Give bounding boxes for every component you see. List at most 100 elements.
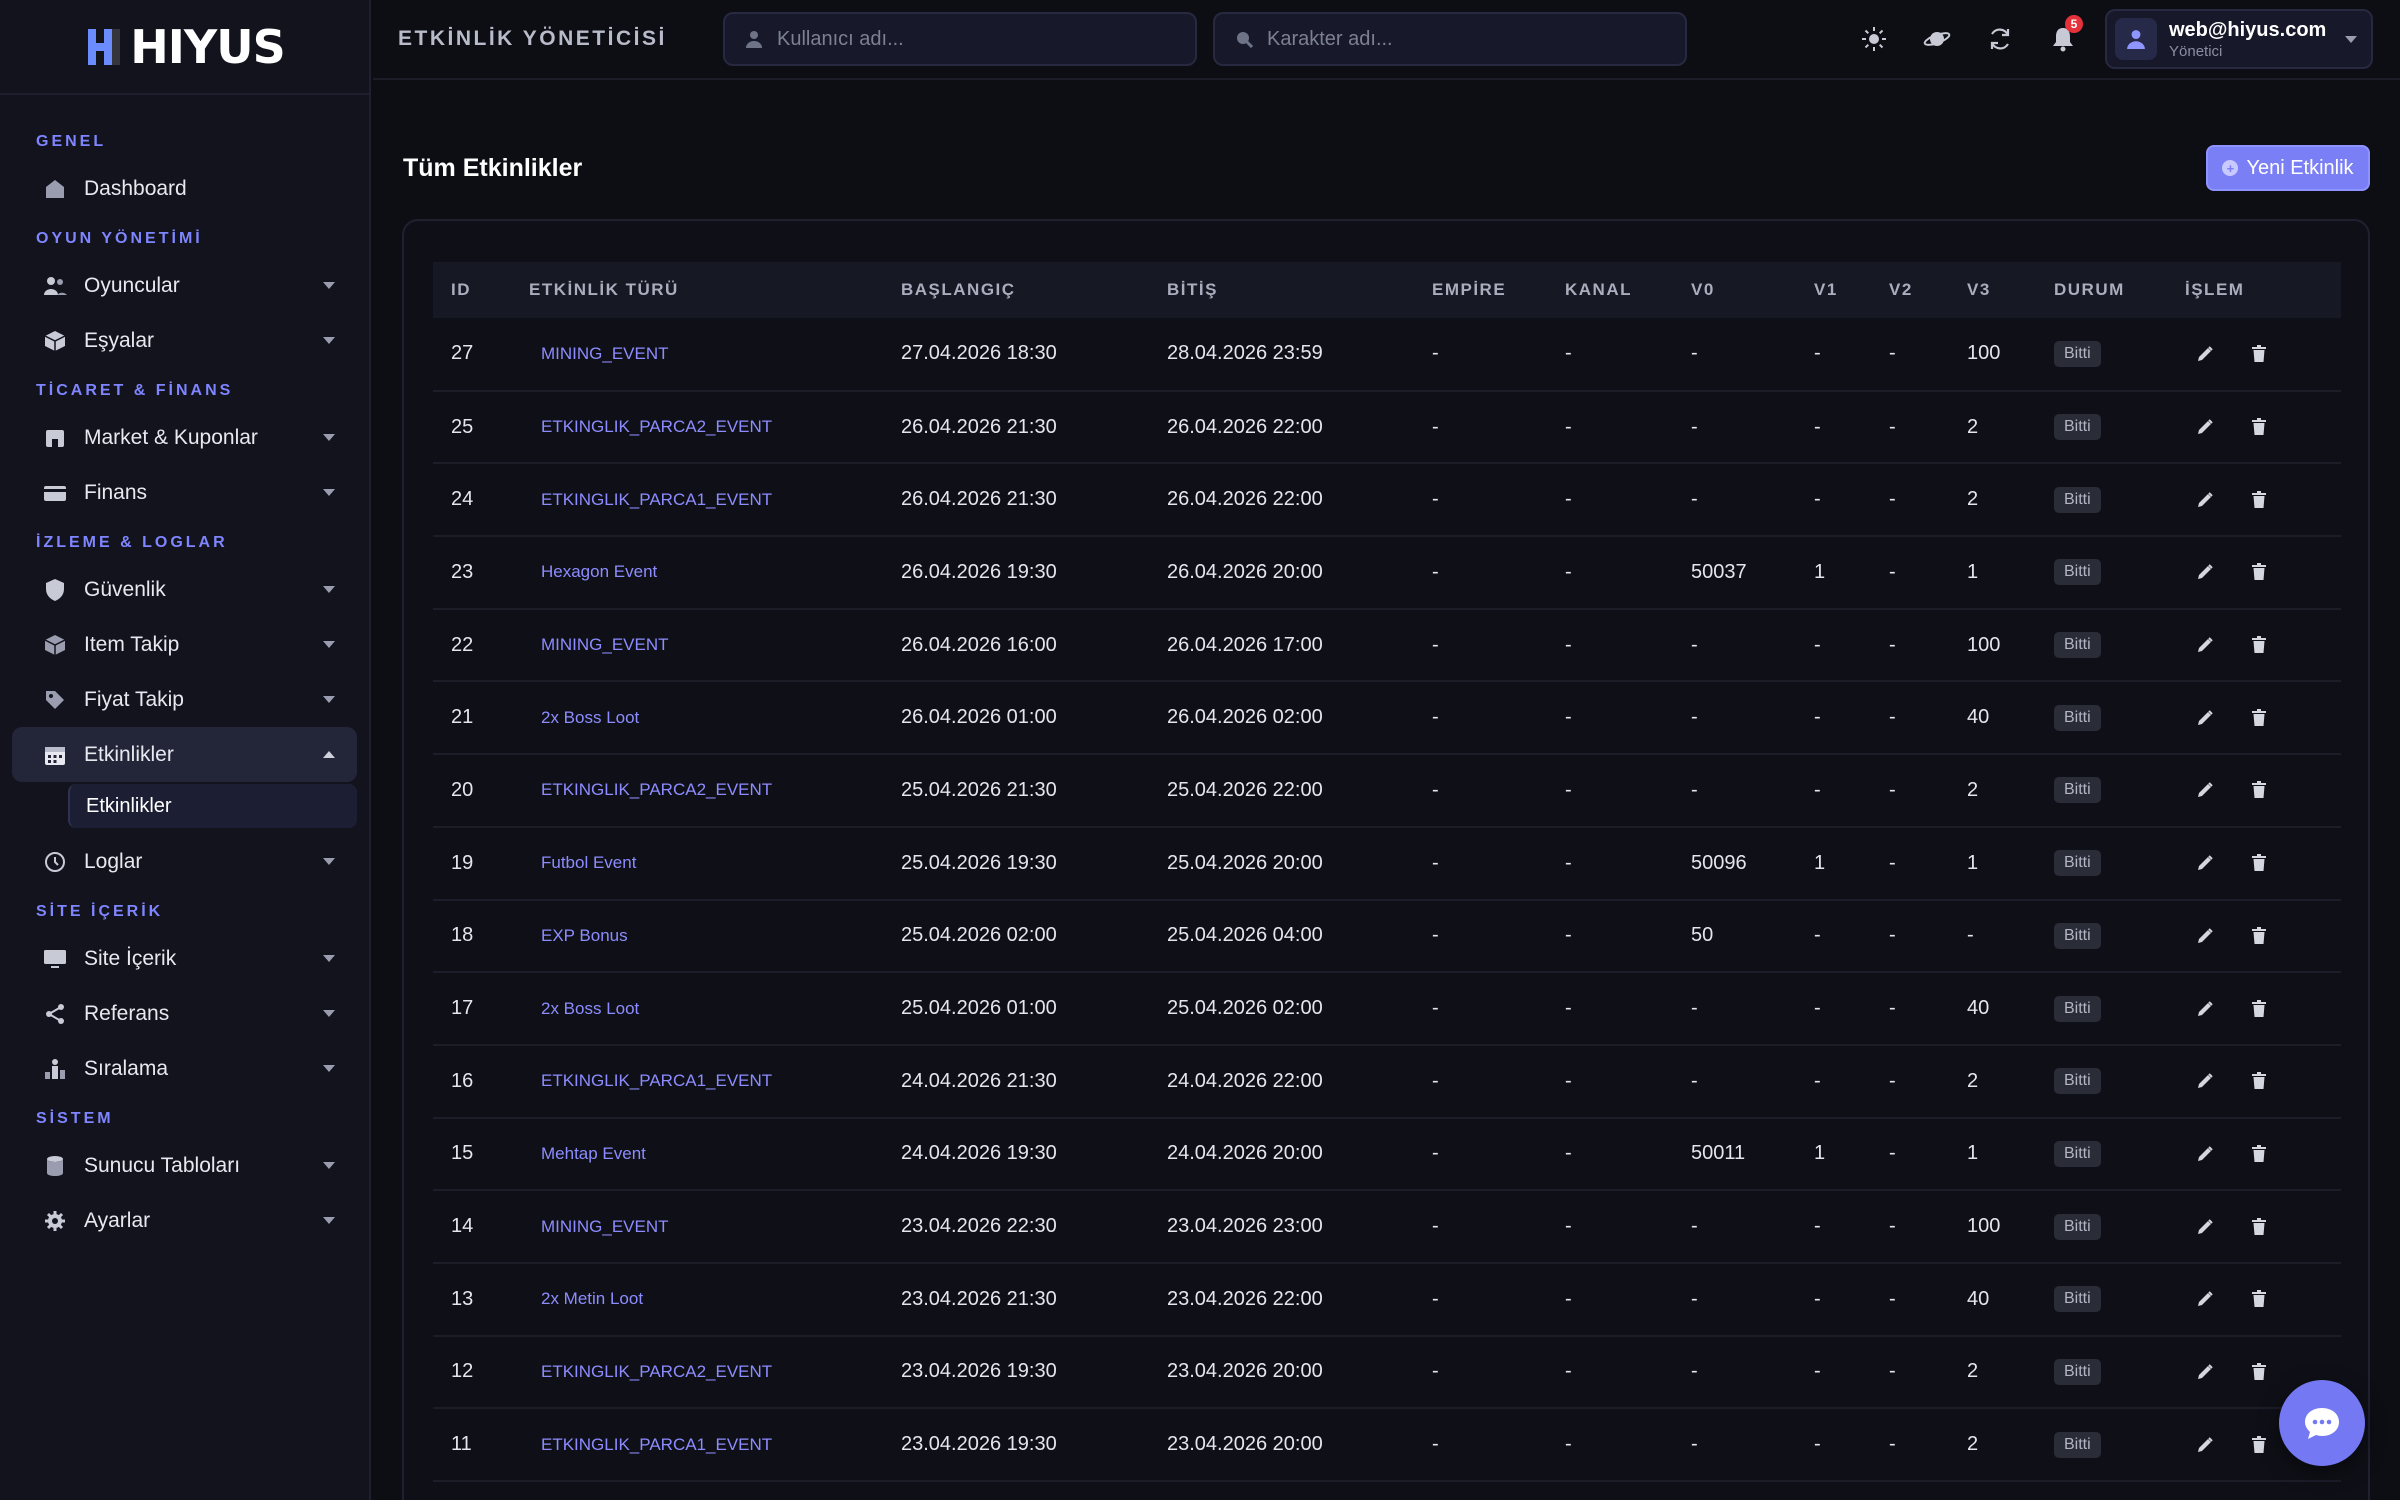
trash-icon[interactable] xyxy=(2247,1069,2271,1093)
sidebar-item-site-i-çerik[interactable]: Site İçerik xyxy=(12,931,357,986)
edit-icon[interactable] xyxy=(2193,488,2217,512)
sidebar-item-sunucu-tabloları[interactable]: Sunucu Tabloları xyxy=(12,1138,357,1193)
edit-icon[interactable] xyxy=(2193,1215,2217,1239)
column-header: KANAL xyxy=(1565,280,1632,299)
cell-type[interactable]: ETKINGLIK_PARCA1_EVENT xyxy=(511,1408,883,1481)
cell-v0: - xyxy=(1691,1215,1698,1238)
bell-icon[interactable]: 5 xyxy=(2043,15,2083,59)
character-search-input[interactable] xyxy=(1267,27,1667,51)
character-search[interactable] xyxy=(1213,12,1687,66)
cell-actions xyxy=(2167,318,2341,391)
edit-icon[interactable] xyxy=(2193,851,2217,875)
sidebar-item-loglar[interactable]: Loglar xyxy=(12,834,357,889)
top-icons: 5 web@hiyus.com Yönetici xyxy=(1831,9,2400,69)
user-search-input[interactable] xyxy=(777,27,1177,51)
sidebar-item-finans[interactable]: Finans xyxy=(12,465,357,520)
cell-end: 25.04.2026 02:00 xyxy=(1167,997,1323,1020)
trash-icon[interactable] xyxy=(2247,851,2271,875)
sidebar-item-oyuncular[interactable]: Oyuncular xyxy=(12,258,357,313)
cell-type[interactable]: 2x Metin Loot xyxy=(511,1263,883,1336)
sun-icon[interactable] xyxy=(1854,19,1894,59)
trash-icon[interactable] xyxy=(2247,1360,2271,1384)
cell-type[interactable]: ETKINGLIK_PARCA1_EVENT xyxy=(511,1045,883,1118)
cell-start: 25.04.2026 02:00 xyxy=(901,924,1057,947)
edit-icon[interactable] xyxy=(2193,415,2217,439)
cell-type[interactable]: ETKINGLIK_PARCA2_EVENT xyxy=(511,1336,883,1409)
edit-icon[interactable] xyxy=(2193,924,2217,948)
edit-icon[interactable] xyxy=(2193,997,2217,1021)
logo[interactable]: HIYUS xyxy=(0,0,369,95)
trash-icon[interactable] xyxy=(2247,560,2271,584)
user-menu[interactable]: web@hiyus.com Yönetici xyxy=(2105,9,2373,69)
cell-type[interactable]: ETKINGLIK_PARCA2_EVENT xyxy=(511,391,883,464)
user-search[interactable] xyxy=(723,12,1197,66)
sidebar-item-market-kuponlar[interactable]: Market & Kuponlar xyxy=(12,410,357,465)
sidebar-item-item-takip[interactable]: Item Takip xyxy=(12,617,357,672)
edit-icon[interactable] xyxy=(2193,1069,2217,1093)
cell-end: 24.04.2026 22:00 xyxy=(1167,1069,1323,1092)
planet-icon[interactable] xyxy=(1917,19,1957,59)
cell-empire: - xyxy=(1432,1069,1439,1092)
column-header: BİTİŞ xyxy=(1167,280,1218,299)
sidebar-item-güvenlik[interactable]: Güvenlik xyxy=(12,562,357,617)
sidebar-item-eşyalar[interactable]: Eşyalar xyxy=(12,313,357,368)
edit-icon[interactable] xyxy=(2193,1433,2217,1457)
edit-icon[interactable] xyxy=(2193,706,2217,730)
sidebar-item-etkinlikler[interactable]: Etkinlikler xyxy=(12,727,357,782)
cell-v2: - xyxy=(1889,1069,1896,1092)
status-badge: Bitti xyxy=(2054,632,2101,659)
cell-start: 25.04.2026 01:00 xyxy=(901,997,1057,1020)
sidebar-subitem-etkinlikler[interactable]: Etkinlikler xyxy=(68,784,357,828)
trash-icon[interactable] xyxy=(2247,997,2271,1021)
cell-type[interactable]: Hexagon Event xyxy=(511,536,883,609)
sidebar-item-referans[interactable]: Referans xyxy=(12,986,357,1041)
sidebar-item-ayarlar[interactable]: Ayarlar xyxy=(12,1193,357,1248)
trash-icon[interactable] xyxy=(2247,633,2271,657)
trash-icon[interactable] xyxy=(2247,706,2271,730)
cell-type[interactable]: MINING_EVENT xyxy=(511,318,883,391)
cell-v1: - xyxy=(1814,1360,1821,1383)
edit-icon[interactable] xyxy=(2193,633,2217,657)
new-event-button[interactable]: + Yeni Etkinlik xyxy=(2206,145,2370,191)
trash-icon[interactable] xyxy=(2247,1142,2271,1166)
refresh-icon[interactable] xyxy=(1980,19,2020,59)
cell-type[interactable]: 2x Boss Loot xyxy=(511,681,883,754)
cell-type[interactable]: MINING_EVENT xyxy=(511,1190,883,1263)
trash-icon[interactable] xyxy=(2247,1287,2271,1311)
cell-type[interactable]: EXP Bonus xyxy=(511,900,883,973)
cell-type[interactable]: Futbol Event xyxy=(511,827,883,900)
edit-icon[interactable] xyxy=(2193,1142,2217,1166)
status-badge: Bitti xyxy=(2054,1140,2101,1167)
trash-icon[interactable] xyxy=(2247,1433,2271,1457)
edit-icon[interactable] xyxy=(2193,1287,2217,1311)
trash-icon[interactable] xyxy=(2247,778,2271,802)
edit-icon[interactable] xyxy=(2193,560,2217,584)
cell-id: 20 xyxy=(451,778,474,801)
trash-icon[interactable] xyxy=(2247,1215,2271,1239)
sidebar-item-dashboard[interactable]: Dashboard xyxy=(12,161,357,216)
sidebar-item-label: Market & Kuponlar xyxy=(84,425,258,449)
notification-badge: 5 xyxy=(2065,15,2083,33)
sidebar-item-sıralama[interactable]: Sıralama xyxy=(12,1041,357,1096)
cell-type[interactable]: 2x Boss Loot xyxy=(511,972,883,1045)
edit-icon[interactable] xyxy=(2193,1360,2217,1384)
chat-button[interactable] xyxy=(2279,1380,2365,1466)
trash-icon[interactable] xyxy=(2247,924,2271,948)
cell-empire: - xyxy=(1432,415,1439,438)
cell-channel: - xyxy=(1565,997,1572,1020)
cell-type[interactable]: ETKINGLIK_PARCA2_EVENT xyxy=(511,754,883,827)
cell-type[interactable]: MINING_EVENT xyxy=(511,609,883,682)
sidebar-item-fiyat-takip[interactable]: Fiyat Takip xyxy=(12,672,357,727)
cell-type[interactable]: ETKINGLIK_PARCA1_EVENT xyxy=(511,463,883,536)
cell-type[interactable]: Mehtap Event xyxy=(511,1118,883,1191)
edit-icon[interactable] xyxy=(2193,778,2217,802)
cell-status: Bitti xyxy=(2036,681,2167,754)
trash-icon[interactable] xyxy=(2247,342,2271,366)
edit-icon[interactable] xyxy=(2193,342,2217,366)
cell-v0: - xyxy=(1691,342,1698,365)
trash-icon[interactable] xyxy=(2247,415,2271,439)
cell-v2: - xyxy=(1889,778,1896,801)
trash-icon[interactable] xyxy=(2247,488,2271,512)
cell-actions xyxy=(2167,463,2341,536)
cell-v2: - xyxy=(1889,633,1896,656)
